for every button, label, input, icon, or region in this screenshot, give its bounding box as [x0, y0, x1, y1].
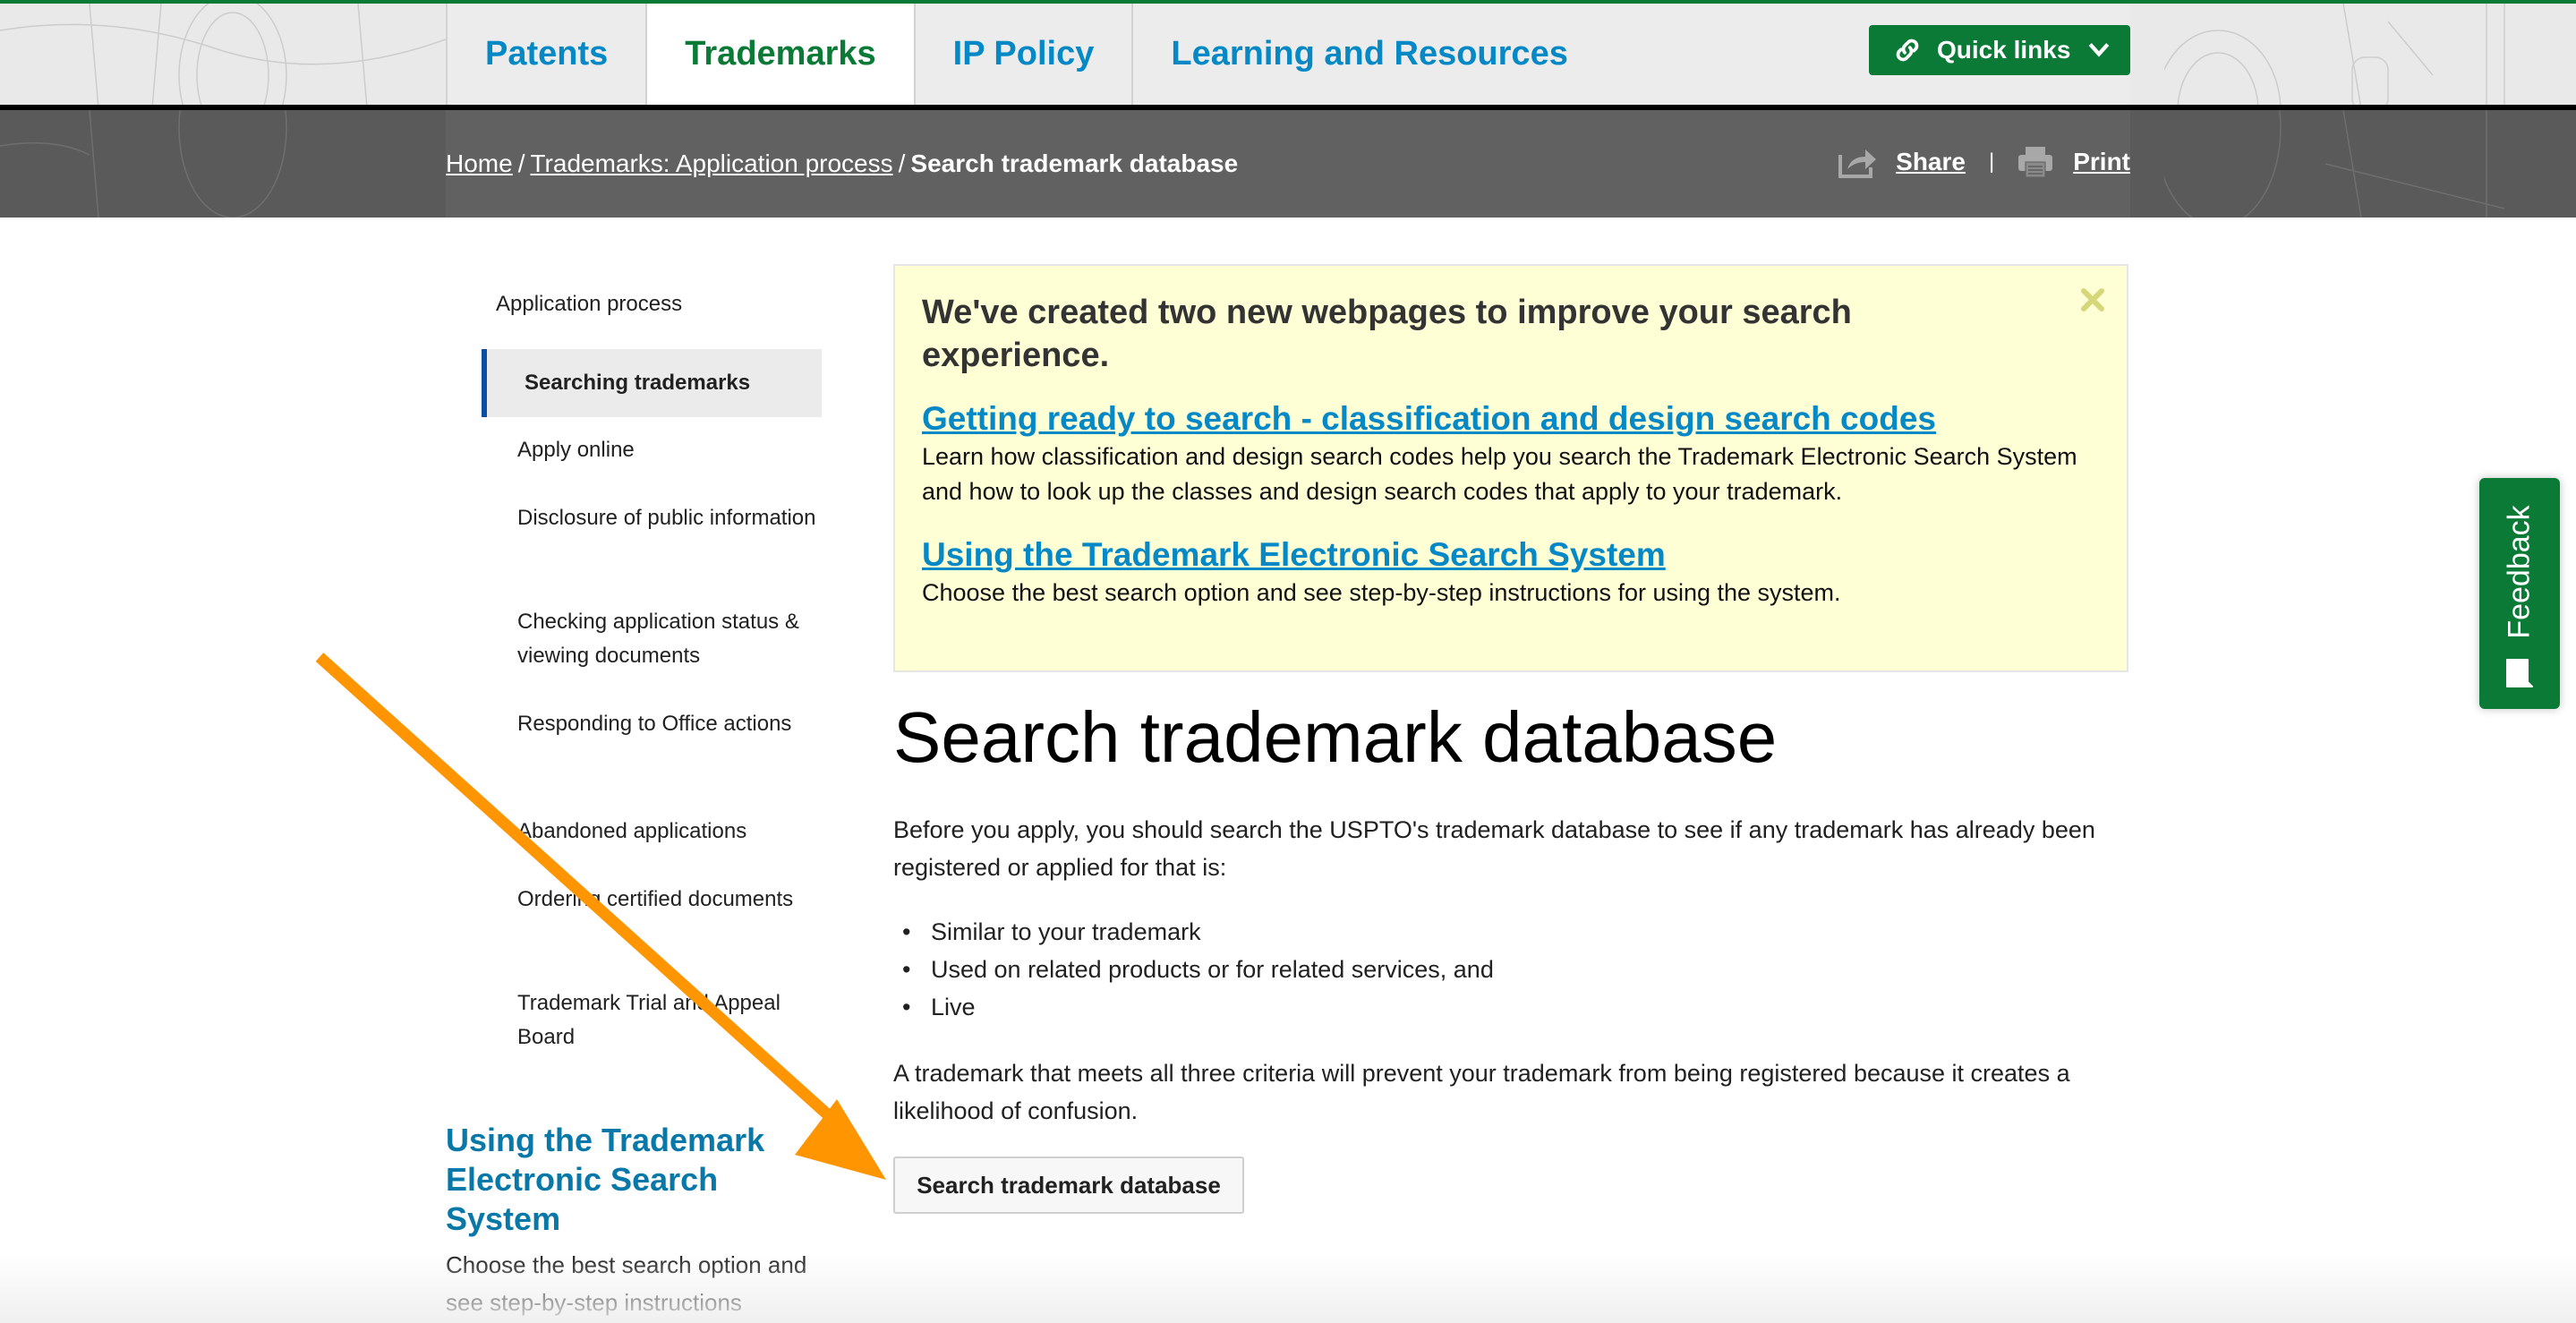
link-chain-icon [1896, 38, 1919, 62]
main-nav-tabs: Patents Trademarks IP Policy Learning an… [446, 4, 1606, 105]
notice-link-tess-guide[interactable]: Using the Trademark Electronic Search Sy… [922, 536, 1666, 574]
nav-tab-ip-policy[interactable]: IP Policy [913, 4, 1132, 105]
action-separator: | [1988, 149, 1995, 174]
criteria-item: Used on related products or for related … [902, 951, 1494, 988]
chevron-down-icon [2088, 43, 2110, 57]
sidebar-item-disclosure[interactable]: Disclosure of public information [517, 501, 822, 535]
sidebar-item-searching-trademarks[interactable]: Searching trademarks [482, 349, 822, 417]
print-link[interactable]: Print [2073, 148, 2130, 176]
print-icon [2018, 147, 2053, 178]
breadcrumb-current-page: Search trademark database [910, 149, 1239, 177]
sidebar-item-application-process[interactable]: Application process [496, 292, 682, 317]
sidebar-item-checking-status[interactable]: Checking application status & viewing do… [517, 605, 822, 673]
notice-link-classification-codes[interactable]: Getting ready to search - classification… [922, 400, 1936, 438]
sidebar-promo-heading[interactable]: Using the Trademark Electronic Search Sy… [446, 1121, 822, 1239]
sidebar-item-ttab[interactable]: Trademark Trial and Appeal Board [517, 986, 822, 1054]
conclusion-paragraph: A trademark that meets all three criteri… [893, 1060, 2070, 1124]
page-title: Search trademark database [893, 697, 1778, 777]
criteria-list: Similar to your trademark Used on relate… [902, 913, 1494, 1026]
share-icon [1838, 149, 1877, 178]
feedback-note-icon [2506, 659, 2533, 687]
quick-links-button[interactable]: Quick links [1869, 25, 2130, 75]
criteria-item: Live [902, 988, 1494, 1026]
close-icon[interactable] [2078, 286, 2107, 314]
quick-links-label: Quick links [1937, 36, 2071, 64]
nav-tab-trademarks[interactable]: Trademarks [645, 4, 914, 105]
patent-drawing-decoration [2164, 110, 2505, 218]
nav-tab-patents[interactable]: Patents [446, 4, 645, 105]
breadcrumb-separator: / [517, 149, 525, 177]
search-notice-banner: We've created two new webpages to improv… [893, 264, 2128, 672]
intro-paragraph: Before you apply, you should search the … [893, 816, 2095, 881]
top-navigation-bar: Patents Trademarks IP Policy Learning an… [0, 0, 2576, 105]
patent-drawing-decoration [2164, 4, 2505, 105]
feedback-label: Feedback [2502, 505, 2537, 639]
breadcrumb-bar: Home / Trademarks: Application process / Sea… [0, 110, 2576, 218]
share-print-actions: Share | Print [1838, 146, 2130, 178]
sidebar-item-ordering-documents[interactable]: Ordering certified documents [517, 883, 822, 917]
notice-link-description: Learn how classification and design sear… [922, 443, 2077, 505]
patent-drawing-decoration [0, 110, 287, 218]
sidebar-item-apply-online[interactable]: Apply online [517, 433, 822, 467]
breadcrumb-application-process-link[interactable]: Trademarks: Application process [530, 149, 892, 177]
search-trademark-database-button[interactable]: Search trademark database [893, 1157, 1244, 1214]
share-link[interactable]: Share [1896, 148, 1966, 176]
criteria-item: Similar to your trademark [902, 913, 1494, 951]
nav-tab-learning-resources[interactable]: Learning and Resources [1131, 4, 1605, 105]
notice-link-description: Choose the best search option and see st… [922, 579, 1841, 606]
notice-title: We've created two new webpages to improv… [922, 294, 1852, 374]
patent-drawing-decoration [0, 4, 446, 105]
sidebar-item-responding-office-actions[interactable]: Responding to Office actions [517, 707, 822, 741]
breadcrumb-separator: / [898, 149, 906, 177]
feedback-tab[interactable]: Feedback [2479, 478, 2560, 709]
breadcrumb-home-link[interactable]: Home [446, 149, 513, 177]
bottom-fade [0, 1253, 2576, 1323]
sidebar-item-abandoned-applications[interactable]: Abandoned applications [517, 815, 822, 849]
breadcrumb: Home / Trademarks: Application process / Sea… [446, 149, 1238, 178]
sidebar-promo-text: Choose the best search option and see st… [446, 1251, 807, 1316]
